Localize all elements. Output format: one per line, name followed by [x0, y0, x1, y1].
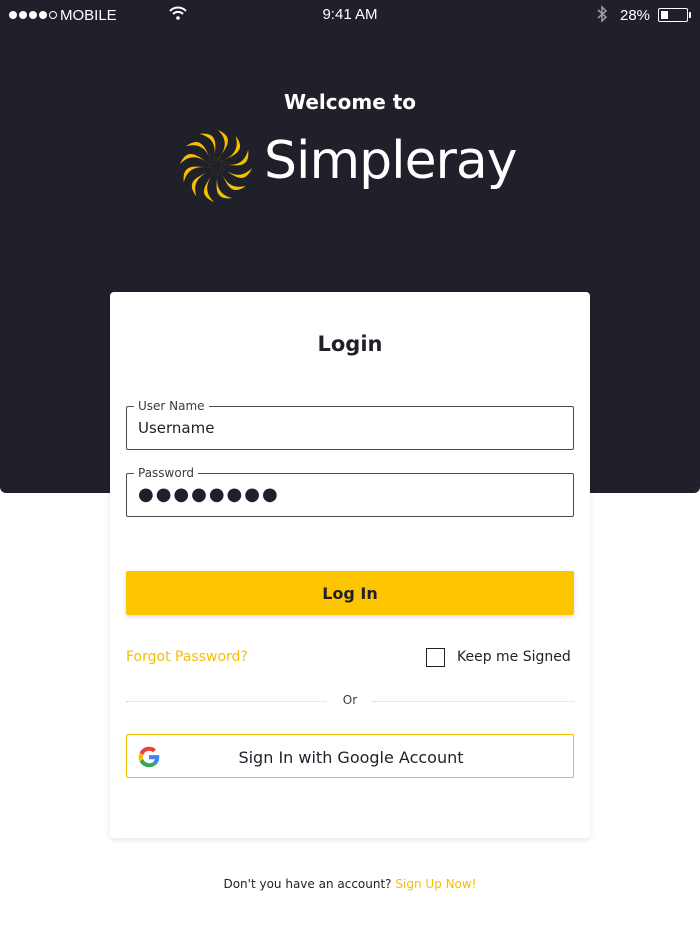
keep-signed-label[interactable]: Keep me Signed: [457, 649, 571, 665]
login-card: Login User Name Username Password ●●●●●●…: [110, 292, 590, 838]
signup-prompt-text: Don't you have an account?: [223, 877, 392, 891]
divider-right: [372, 701, 574, 702]
brand-name: Simpleray: [264, 131, 518, 191]
status-bar: MOBILE 9:41 AM 28%: [0, 0, 700, 30]
password-input[interactable]: ●●●●●●●●: [138, 484, 280, 505]
bluetooth-icon: [596, 5, 608, 27]
or-separator: Or: [342, 693, 358, 707]
forgot-password-link[interactable]: Forgot Password?: [126, 649, 248, 665]
welcome-text: Welcome to: [283, 90, 417, 114]
username-label: User Name: [134, 399, 209, 413]
login-title: Login: [317, 332, 383, 356]
google-signin-label: Sign In with Google Account: [238, 748, 464, 767]
sunburst-logo-icon: [178, 128, 254, 208]
signup-link[interactable]: Sign Up Now!: [395, 877, 476, 891]
signup-prompt: Don't you have an account? Sign Up Now!: [0, 877, 700, 891]
keep-signed-checkbox[interactable]: [426, 648, 445, 667]
username-input[interactable]: Username: [138, 419, 214, 437]
password-field[interactable]: Password ●●●●●●●●: [126, 466, 574, 517]
battery-percent: 28%: [620, 7, 651, 24]
username-field[interactable]: User Name Username: [126, 399, 574, 450]
battery-icon: [658, 8, 688, 22]
login-button[interactable]: Log In: [126, 571, 574, 615]
status-time: 9:41 AM: [322, 6, 378, 23]
google-signin-button[interactable]: Sign In with Google Account: [126, 734, 574, 778]
password-label: Password: [134, 466, 199, 480]
